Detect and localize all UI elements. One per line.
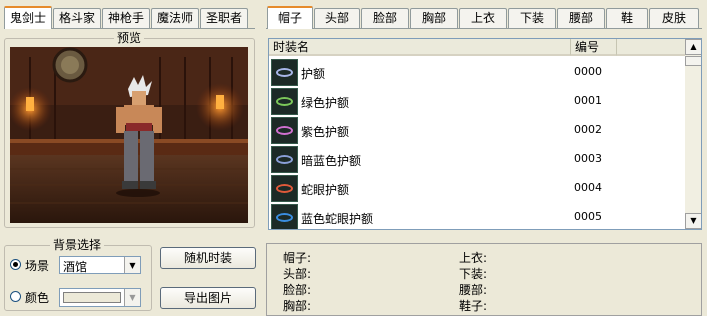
tab-slot-shoes[interactable]: 鞋 (606, 8, 648, 28)
costume-code: 0001 (574, 94, 602, 107)
random-costume-button[interactable]: 随机时装 (160, 247, 256, 269)
violet-headband-icon (271, 117, 298, 144)
costume-name: 护额 (301, 67, 326, 81)
tab-slot-hat[interactable]: 帽子 (267, 6, 313, 29)
list-item[interactable]: 绿色护额 0001 (269, 87, 701, 116)
background-title: 背景选择 (50, 238, 105, 252)
list-item[interactable]: 蛇眼护额 0004 (269, 174, 701, 203)
costume-code: 0002 (574, 123, 602, 136)
slot-tab-underline (266, 28, 702, 29)
preview-title: 预览 (114, 31, 145, 45)
tab-slot-skin[interactable]: 皮肤 (649, 8, 699, 28)
tab-slot-top[interactable]: 上衣 (459, 8, 507, 28)
list-item[interactable]: 蓝色蛇眼护额 0005 (269, 203, 701, 229)
tab-class-4[interactable]: 圣职者 (200, 8, 248, 28)
tavern-scene-image (10, 47, 248, 223)
scroll-down-arrow-icon[interactable]: ▼ (685, 213, 701, 229)
blue-snakeeye-headband-icon (271, 204, 298, 229)
summary-top-label: 上衣: (459, 251, 488, 265)
costume-name: 蛇眼护额 (301, 183, 350, 197)
summary-bottom-label: 下装: (459, 267, 488, 281)
tab-slot-bottom[interactable]: 下装 (508, 8, 556, 28)
scene-select[interactable]: 酒馆 ▼ (59, 256, 141, 274)
scroll-up-arrow-icon[interactable]: ▲ (685, 39, 701, 55)
list-item[interactable]: 护额 0000 (269, 58, 701, 87)
costume-name: 紫色护额 (301, 125, 350, 139)
purple-headband-icon (271, 59, 298, 86)
scene-select-value: 酒馆 (63, 260, 88, 274)
tab-slot-waist[interactable]: 腰部 (557, 8, 605, 28)
chevron-down-icon[interactable]: ▼ (124, 289, 140, 306)
chevron-down-icon[interactable]: ▼ (124, 257, 140, 273)
column-header-name[interactable]: 时装名 (269, 39, 571, 56)
color-label: 颜色 (25, 291, 50, 305)
tab-slot-face[interactable]: 脸部 (361, 8, 409, 28)
darkblue-headband-icon (271, 146, 298, 173)
column-header-filler (617, 39, 685, 56)
summary-face-label: 脸部: (283, 283, 312, 297)
preview-canvas (10, 47, 248, 223)
list-item[interactable]: 暗蓝色护额 0003 (269, 145, 701, 174)
scroll-thumb[interactable] (685, 56, 701, 66)
costume-code: 0004 (574, 181, 602, 194)
tab-class-0[interactable]: 鬼剑士 (4, 6, 52, 29)
costume-code: 0000 (574, 65, 602, 78)
costume-name: 暗蓝色护额 (301, 154, 362, 168)
tab-class-3[interactable]: 魔法师 (151, 8, 199, 28)
export-image-button[interactable]: 导出图片 (160, 287, 256, 309)
green-headband-icon (271, 88, 298, 115)
costume-code: 0005 (574, 210, 602, 223)
tab-class-1[interactable]: 格斗家 (53, 8, 101, 28)
costume-name: 绿色护额 (301, 96, 350, 110)
list-item[interactable]: 紫色护额 0002 (269, 116, 701, 145)
color-swatch (63, 292, 121, 303)
column-header-code[interactable]: 编号 (571, 39, 617, 56)
scene-radio[interactable] (10, 259, 21, 270)
summary-hat-label: 帽子: (283, 251, 312, 265)
costume-list[interactable]: 时装名 编号 护额 0000 绿色护额 0001 紫色护额 0002 暗蓝色护额… (268, 38, 702, 230)
color-picker[interactable]: ▼ (59, 288, 141, 307)
costume-code: 0003 (574, 152, 602, 165)
tab-slot-chest[interactable]: 胸部 (410, 8, 458, 28)
tab-slot-head[interactable]: 头部 (314, 8, 360, 28)
color-radio[interactable] (10, 291, 21, 302)
summary-waist-label: 腰部: (459, 283, 488, 297)
costume-name: 蓝色蛇眼护额 (301, 212, 374, 226)
red-snakeeye-headband-icon (271, 175, 298, 202)
summary-head-label: 头部: (283, 267, 312, 281)
tab-class-2[interactable]: 神枪手 (102, 8, 150, 28)
summary-chest-label: 胸部: (283, 299, 312, 313)
scene-label: 场景 (25, 259, 50, 273)
list-scrollbar[interactable]: ▲ ▼ (685, 39, 701, 229)
summary-shoes-label: 鞋子: (459, 299, 488, 313)
